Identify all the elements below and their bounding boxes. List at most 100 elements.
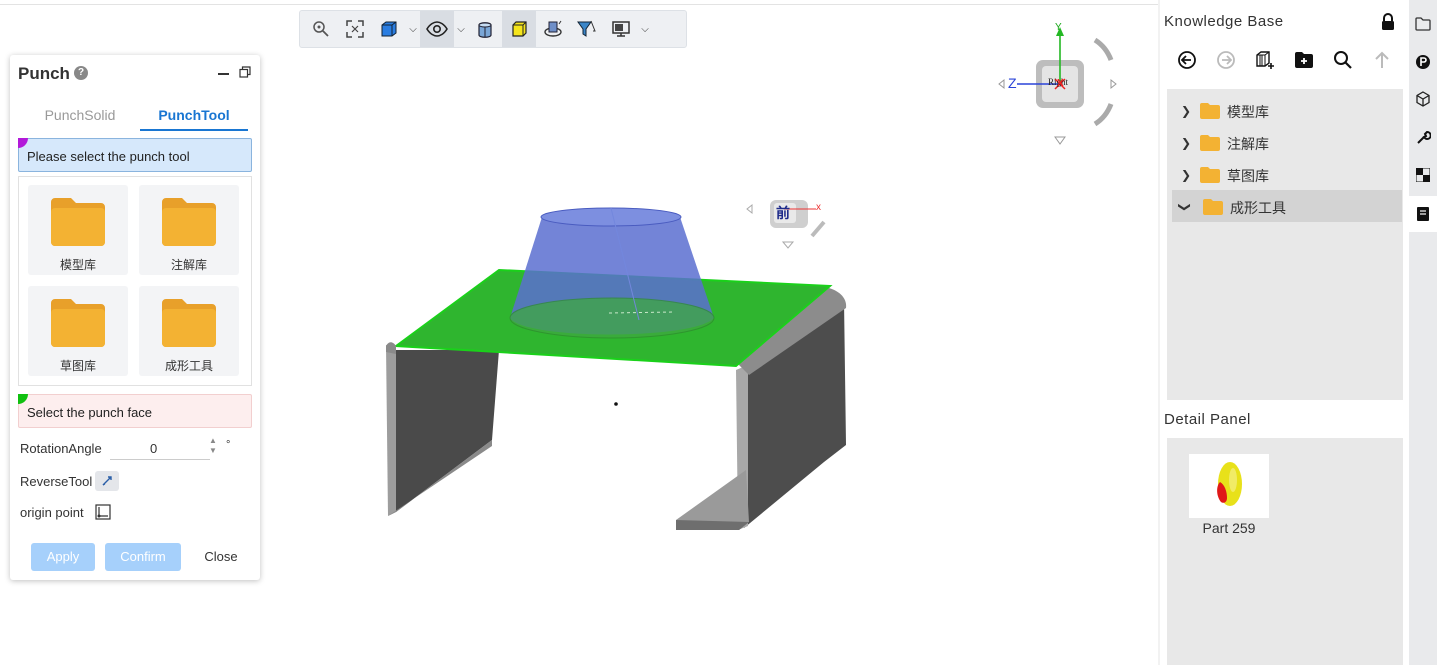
side-icon-strip (1409, 0, 1437, 665)
zoom-icon (313, 21, 329, 37)
reverse-icon (102, 476, 112, 486)
forward-button[interactable] (1214, 48, 1238, 72)
side-appearance-button[interactable] (1409, 157, 1437, 193)
fit-view-icon (346, 20, 364, 38)
punch-tool-prompt: Please select the punch tool (27, 149, 190, 164)
rotation-angle-input[interactable]: 0 (110, 438, 210, 460)
punch-panel: Punch ? PunchSolid PunchTool Please sele… (10, 55, 260, 580)
library-card-label: 模型库 (59, 258, 96, 272)
section-view-button[interactable] (468, 11, 502, 47)
rotate-part-button[interactable] (536, 11, 570, 47)
visibility-dropdown[interactable]: ⌵ (454, 11, 468, 47)
confirm-button[interactable]: Confirm (105, 543, 181, 571)
library-card-label: 注解库 (170, 258, 207, 272)
folder-icon (1415, 17, 1431, 31)
library-card-sketch[interactable]: 草图库 (28, 286, 128, 376)
rotate-part-icon (544, 20, 562, 37)
chevron-right-icon[interactable]: ❯ (1181, 136, 1191, 150)
filter-icon (577, 20, 596, 37)
zoom-button[interactable] (304, 11, 338, 47)
reverse-tool-label: ReverseTool (20, 474, 93, 489)
punch-face-selector[interactable]: Select the punch face (18, 394, 252, 428)
chevron-right-icon[interactable]: ❯ (1181, 104, 1191, 118)
part-label: Part 259 (1202, 520, 1256, 536)
library-grid: 模型库 注解库 草图库 成形工具 (18, 176, 252, 386)
folder-icon (1200, 135, 1220, 151)
mini-x-axis-label: x (816, 202, 821, 213)
library-card-model[interactable]: 模型库 (28, 185, 128, 275)
part-thumbnail[interactable] (1189, 454, 1269, 518)
z-axis-label: Z (1008, 75, 1017, 91)
stepper-up-icon[interactable]: ▲ (209, 436, 217, 446)
folder-icon (51, 299, 105, 347)
lock-icon[interactable] (1380, 13, 1396, 31)
tree-item-label: 成形工具 (1230, 200, 1286, 216)
monitor-icon (612, 21, 630, 37)
tab-punchsolid[interactable]: PunchSolid (26, 103, 134, 131)
p-circle-icon (1416, 55, 1430, 69)
close-button[interactable]: Close (196, 543, 246, 571)
forward-icon (1217, 51, 1235, 69)
folder-icon (51, 198, 105, 246)
rotation-stepper[interactable]: ▲ ▼ (209, 436, 217, 456)
chevron-down-icon: ⌵ (641, 23, 649, 35)
filter-button[interactable] (570, 11, 604, 47)
apply-button[interactable]: Apply (31, 543, 95, 571)
stepper-down-icon[interactable]: ▼ (209, 446, 217, 456)
part-preview-image (1217, 462, 1242, 506)
fit-view-button[interactable] (338, 11, 372, 47)
side-folder-button[interactable] (1409, 6, 1437, 42)
origin-point-icon[interactable] (95, 504, 111, 520)
side-parts-button[interactable] (1409, 44, 1437, 80)
back-button[interactable] (1175, 48, 1199, 72)
add-library-button[interactable] (1253, 48, 1277, 72)
punch-face-prompt: Select the punch face (27, 405, 153, 420)
tree-item[interactable]: ❯ 模型库 (1172, 94, 1402, 126)
help-icon[interactable]: ? (74, 66, 88, 80)
library-card-annotation[interactable]: 注解库 (139, 185, 239, 275)
selector-corner-marker (18, 394, 28, 404)
folder-icon (1200, 167, 1220, 183)
side-tools-button[interactable] (1409, 119, 1437, 155)
chevron-right-icon[interactable]: ❯ (1181, 168, 1191, 182)
display-style-button[interactable] (372, 11, 406, 47)
punch-tabs: PunchSolid PunchTool (18, 103, 252, 131)
display-button[interactable] (604, 11, 638, 47)
rotation-angle-label: RotationAngle (20, 441, 102, 456)
display-style-dropdown[interactable]: ⌵ (406, 11, 420, 47)
new-folder-button[interactable] (1292, 48, 1316, 72)
tree-item-label: 草图库 (1227, 168, 1269, 184)
tree-item-label: 注解库 (1227, 136, 1269, 152)
folder-icon (162, 299, 216, 347)
rotation-unit: ° (226, 439, 231, 451)
punch-tool-selector[interactable]: Please select the punch tool (18, 138, 252, 172)
tree-item[interactable]: ❯ 草图库 (1172, 158, 1402, 190)
detail-panel: Part 259 (1167, 438, 1403, 665)
chevron-down-icon[interactable]: ❯ (1178, 202, 1192, 212)
yellow-cube-icon (512, 21, 527, 37)
selector-corner-marker (18, 138, 28, 148)
side-knowledge-base-button[interactable] (1409, 196, 1437, 232)
chevron-down-icon: ⌵ (409, 23, 417, 35)
restore-icon[interactable] (239, 66, 251, 78)
reverse-tool-button[interactable] (95, 471, 119, 491)
shaded-button[interactable] (502, 11, 536, 47)
side-model-button[interactable] (1409, 81, 1437, 117)
panel-title: Punch (18, 64, 70, 83)
model-viewport[interactable] (374, 200, 854, 540)
chevron-down-icon: ⌵ (457, 23, 465, 35)
mini-view-cube-label: 前 (776, 205, 790, 221)
search-button[interactable] (1331, 48, 1355, 72)
display-dropdown[interactable]: ⌵ (638, 11, 652, 47)
right-panel-divider (1158, 0, 1160, 665)
tree-item[interactable]: ❯ 注解库 (1172, 126, 1402, 158)
detail-panel-title: Detail Panel (1164, 411, 1251, 428)
cube-view-icon (381, 21, 397, 37)
tree-item-selected[interactable]: ❯ 成形工具 (1172, 190, 1402, 222)
library-card-forming-tools[interactable]: 成形工具 (139, 286, 239, 376)
tab-punchtool[interactable]: PunchTool (140, 103, 248, 131)
tree-item-label: 模型库 (1227, 104, 1269, 120)
up-button[interactable] (1370, 48, 1394, 72)
visibility-button[interactable] (420, 11, 454, 47)
minimize-icon[interactable] (218, 73, 229, 75)
